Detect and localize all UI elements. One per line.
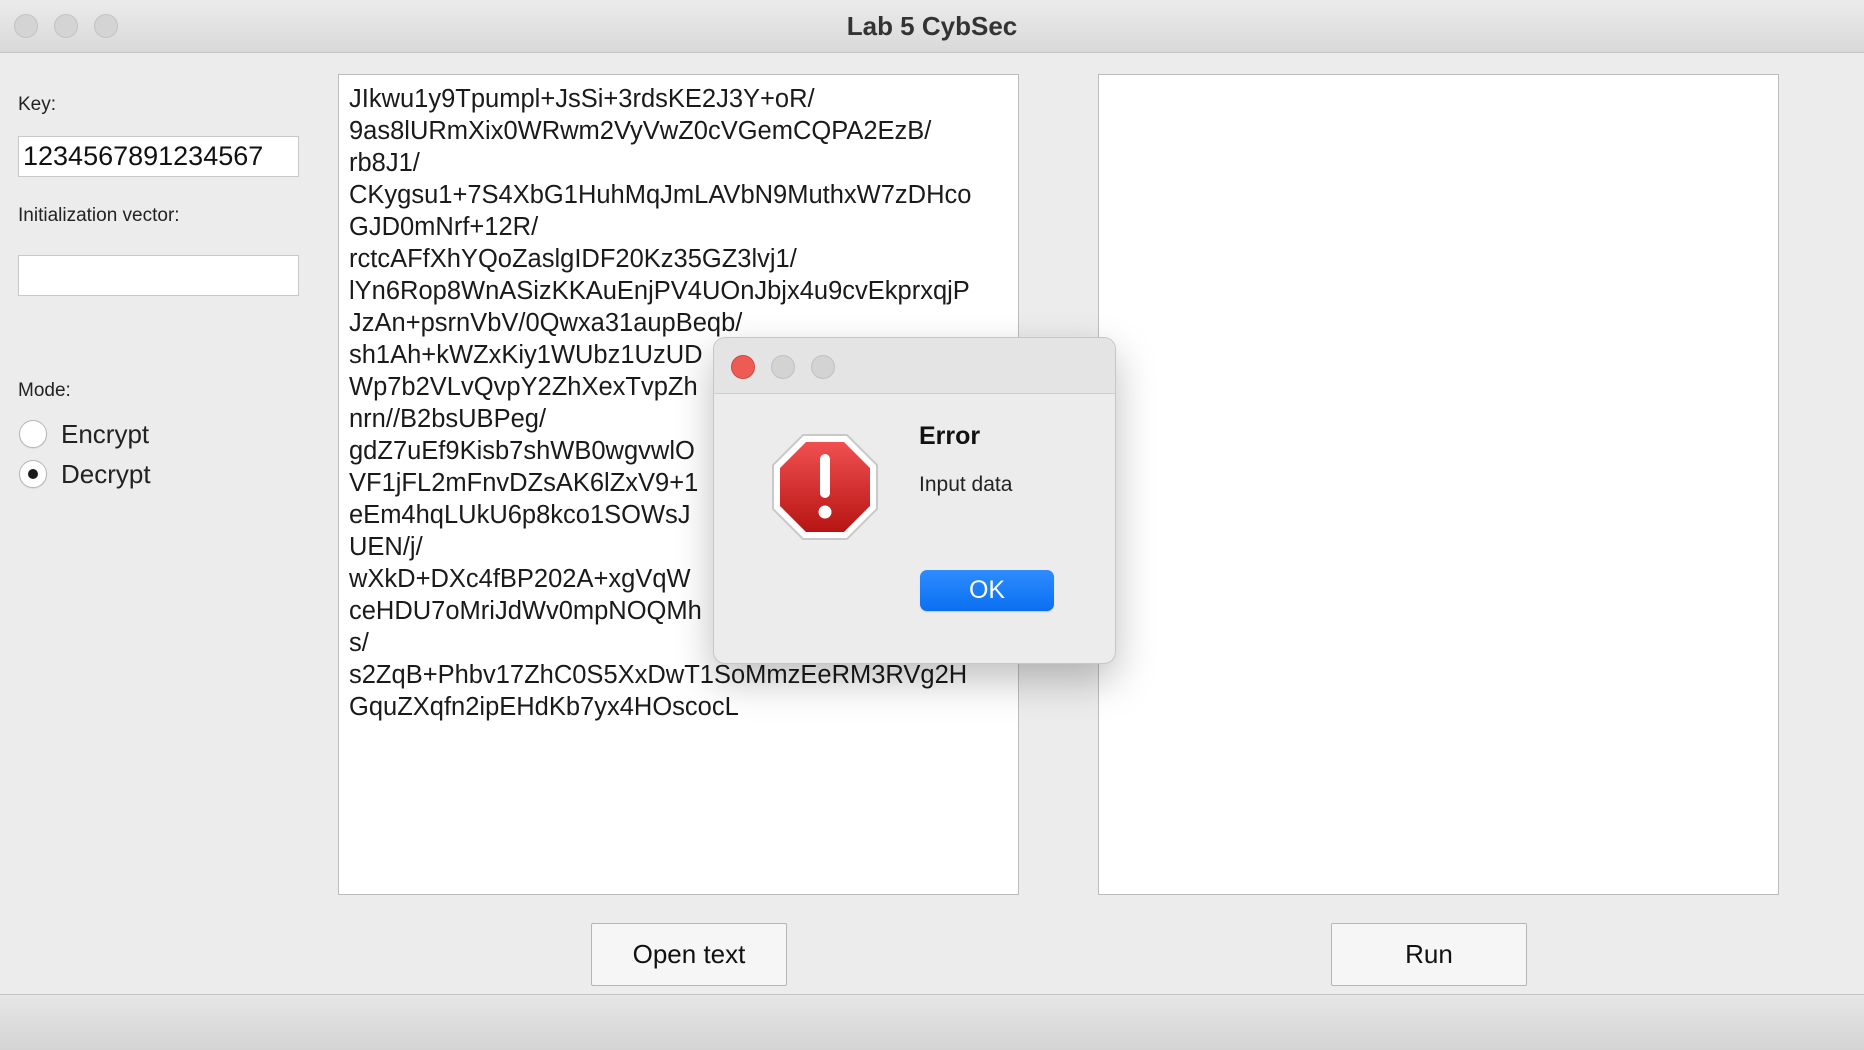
text-line: JIkwu1y9Tpumpl+JsSi+3rdsKE2J3Y+oR/	[349, 85, 815, 113]
text-line: lYn6Rop8WnASizKKAuEnjPV4UOnJbjx4u9cvEkpr…	[349, 277, 970, 305]
title-bar: Lab 5 CybSec	[0, 0, 1864, 53]
encrypt-radio-label: Encrypt	[61, 418, 150, 449]
encrypt-radio[interactable]	[19, 420, 47, 448]
decrypt-radio[interactable]	[19, 460, 47, 488]
ok-button[interactable]: OK	[920, 570, 1054, 611]
error-stop-icon	[772, 434, 878, 540]
dialog-zoom-button	[811, 355, 835, 379]
app-window: Lab 5 CybSec Key: Initialization vector:…	[0, 0, 1864, 1050]
text-line: GJD0mNrf+12R/	[349, 213, 539, 241]
dialog-title-bar	[714, 338, 1115, 394]
run-button[interactable]: Run	[1331, 923, 1527, 986]
bottom-bar	[0, 994, 1864, 1050]
iv-input[interactable]	[18, 255, 299, 296]
key-input[interactable]	[18, 136, 299, 177]
dialog-message: Input data	[919, 473, 1013, 496]
error-dialog: Error Input data OK	[713, 337, 1116, 664]
iv-label: Initialization vector:	[18, 205, 180, 226]
radio-selected-dot	[28, 469, 38, 479]
open-text-button[interactable]: Open text	[591, 923, 787, 986]
mode-label: Mode:	[18, 380, 71, 401]
output-text-content	[1099, 75, 1778, 91]
text-line: JzAn+psrnVbV/0Qwxa31aupBeqb/	[349, 309, 743, 337]
dialog-minimize-button	[771, 355, 795, 379]
dialog-title: Error	[919, 422, 981, 450]
text-line: GquZXqfn2ipEHdKb7yx4HOscocL	[349, 693, 739, 721]
dialog-close-button[interactable]	[731, 355, 755, 379]
key-label: Key:	[18, 94, 57, 115]
text-line: CKygsu1+7S4XbG1HuhMqJmLAVbN9MuthxW7zDHco	[349, 181, 972, 209]
text-line: rb8J1/	[349, 149, 420, 177]
decrypt-radio-label: Decrypt	[61, 458, 151, 489]
window-title: Lab 5 CybSec	[846, 11, 1018, 41]
decrypt-option[interactable]: Decrypt	[19, 457, 151, 491]
output-text-area[interactable]	[1098, 74, 1779, 895]
encrypt-option[interactable]: Encrypt	[19, 417, 149, 451]
text-line: 9as8lURmXix0WRwm2VyVwZ0cVGemCQPA2EzB/	[349, 117, 932, 145]
text-line: rctcAFfXhYQoZaslgIDF20Kz35GZ3lvj1/	[349, 245, 797, 273]
